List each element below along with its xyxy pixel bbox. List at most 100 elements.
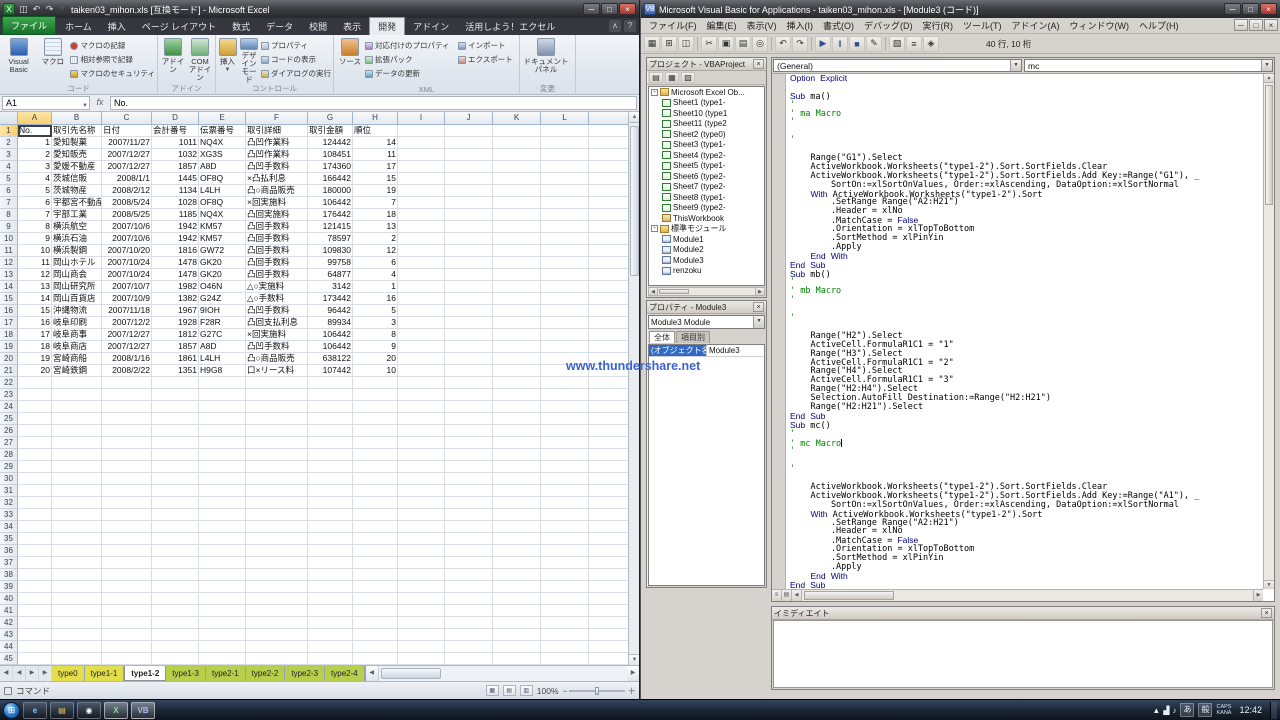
- grid-cell[interactable]: [398, 341, 445, 353]
- grid-cell[interactable]: 1351: [152, 365, 199, 377]
- grid-cell[interactable]: [353, 485, 398, 497]
- grid-cell[interactable]: [199, 437, 246, 449]
- grid-cell[interactable]: [246, 569, 308, 581]
- grid-cell[interactable]: [199, 389, 246, 401]
- grid-cell[interactable]: 6: [353, 257, 398, 269]
- grid-cell[interactable]: 109830: [308, 245, 353, 257]
- grid-cell[interactable]: [152, 593, 199, 605]
- grid-cell[interactable]: [152, 449, 199, 461]
- grid-cell[interactable]: [541, 593, 589, 605]
- grid-cell[interactable]: [398, 221, 445, 233]
- code-line[interactable]: ': [772, 430, 1263, 439]
- grid-cell[interactable]: [398, 161, 445, 173]
- grid-cell[interactable]: [18, 485, 52, 497]
- grid-cell[interactable]: 2007/12/27: [102, 341, 152, 353]
- qat-dropdown-icon[interactable]: ▼: [57, 6, 68, 12]
- grid-cell[interactable]: [152, 629, 199, 641]
- grid-cell[interactable]: 1816: [152, 245, 199, 257]
- grid-cell[interactable]: [398, 617, 445, 629]
- grid-cell[interactable]: [18, 629, 52, 641]
- grid-cell[interactable]: [102, 629, 152, 641]
- column-header-J[interactable]: J: [445, 112, 493, 125]
- grid-cell[interactable]: [102, 509, 152, 521]
- grid-cell[interactable]: [541, 377, 589, 389]
- grid-cell[interactable]: [445, 281, 493, 293]
- grid-cell[interactable]: [18, 401, 52, 413]
- column-header-C[interactable]: C: [102, 112, 152, 125]
- grid-cell[interactable]: GW72: [199, 245, 246, 257]
- grid-cell[interactable]: XG3S: [199, 149, 246, 161]
- quick-access-toolbar[interactable]: ◫↶↷▼: [18, 4, 68, 15]
- grid-cell[interactable]: [398, 389, 445, 401]
- ribbon-tab-10[interactable]: 活用しよう！エクセル: [457, 18, 563, 35]
- grid-cell[interactable]: [246, 521, 308, 533]
- grid-cell[interactable]: 17: [353, 161, 398, 173]
- grid-cell[interactable]: [541, 545, 589, 557]
- grid-cell[interactable]: [353, 593, 398, 605]
- grid-cell[interactable]: [398, 653, 445, 665]
- taskbar-clock[interactable]: 12:42: [1235, 705, 1266, 715]
- grid-cell[interactable]: [398, 137, 445, 149]
- row-header-16[interactable]: 16: [0, 305, 18, 317]
- grid-cell[interactable]: 15: [353, 173, 398, 185]
- grid-cell[interactable]: 岡山商会: [52, 269, 102, 281]
- grid-cell[interactable]: [102, 581, 152, 593]
- grid-cell[interactable]: GK20: [199, 269, 246, 281]
- grid-cell[interactable]: ×回実施料: [246, 197, 308, 209]
- scrollbar-thumb[interactable]: [381, 668, 441, 679]
- view-code-icon[interactable]: ▤: [649, 72, 663, 83]
- grid-cell[interactable]: [493, 125, 541, 137]
- grid-cell[interactable]: [541, 437, 589, 449]
- zoom-slider[interactable]: −＋: [563, 685, 636, 697]
- grid-cell[interactable]: 13: [18, 281, 52, 293]
- grid-cell[interactable]: [102, 569, 152, 581]
- help-icon[interactable]: ?: [624, 20, 636, 32]
- grid-cell[interactable]: [199, 509, 246, 521]
- code-line[interactable]: [772, 456, 1263, 465]
- grid-cell[interactable]: [353, 629, 398, 641]
- taskbar-vba-icon[interactable]: VB: [131, 702, 155, 719]
- grid-cell[interactable]: 7: [353, 197, 398, 209]
- grid-cell[interactable]: [541, 149, 589, 161]
- grid-cell[interactable]: [353, 425, 398, 437]
- grid-cell[interactable]: [308, 629, 353, 641]
- grid-cell[interactable]: [541, 449, 589, 461]
- first-sheet-icon[interactable]: ◀: [0, 666, 13, 681]
- grid-cell[interactable]: 茨城物産: [52, 185, 102, 197]
- grid-cell[interactable]: 17: [18, 329, 52, 341]
- grid-cell[interactable]: [541, 401, 589, 413]
- row-header-28[interactable]: 28: [0, 449, 18, 461]
- grid-cell[interactable]: [541, 329, 589, 341]
- project-tree-item[interactable]: Sheet4 (type2-: [649, 150, 764, 161]
- formula-input[interactable]: No.: [110, 96, 637, 110]
- grid-cell[interactable]: 8: [353, 329, 398, 341]
- grid-cell[interactable]: 1185: [152, 209, 199, 221]
- grid-cell[interactable]: [353, 569, 398, 581]
- grid-cell[interactable]: [445, 149, 493, 161]
- row-header-34[interactable]: 34: [0, 521, 18, 533]
- sheet-tab-type2-2[interactable]: type2-2: [246, 666, 286, 681]
- procedure-dropdown[interactable]: mc▼: [1024, 59, 1273, 72]
- grid-cell[interactable]: [199, 521, 246, 533]
- code-line[interactable]: End Sub: [772, 581, 1263, 589]
- grid-cell[interactable]: 愛媛不動産: [52, 161, 102, 173]
- grid-cell[interactable]: [445, 485, 493, 497]
- grid-cell[interactable]: [398, 521, 445, 533]
- row-header-6[interactable]: 6: [0, 185, 18, 197]
- grid-cell[interactable]: [541, 341, 589, 353]
- macro-record-status-icon[interactable]: [4, 687, 12, 695]
- grid-cell[interactable]: 宮崎商船: [52, 353, 102, 365]
- grid-cell[interactable]: 107442: [308, 365, 353, 377]
- code-line[interactable]: Sub mc(): [772, 421, 1263, 430]
- grid-cell[interactable]: [541, 317, 589, 329]
- minimize-button[interactable]: ─: [583, 3, 600, 15]
- refresh-data-button[interactable]: データの更新: [365, 67, 457, 80]
- row-header-24[interactable]: 24: [0, 401, 18, 413]
- grid-cell[interactable]: 横浜航空: [52, 221, 102, 233]
- save-icon[interactable]: ◫: [18, 4, 29, 15]
- grid-cell[interactable]: [493, 569, 541, 581]
- cut-icon[interactable]: ✂: [701, 36, 717, 52]
- grid-cell[interactable]: [445, 257, 493, 269]
- row-header-32[interactable]: 32: [0, 497, 18, 509]
- grid-cell[interactable]: No.: [18, 125, 52, 137]
